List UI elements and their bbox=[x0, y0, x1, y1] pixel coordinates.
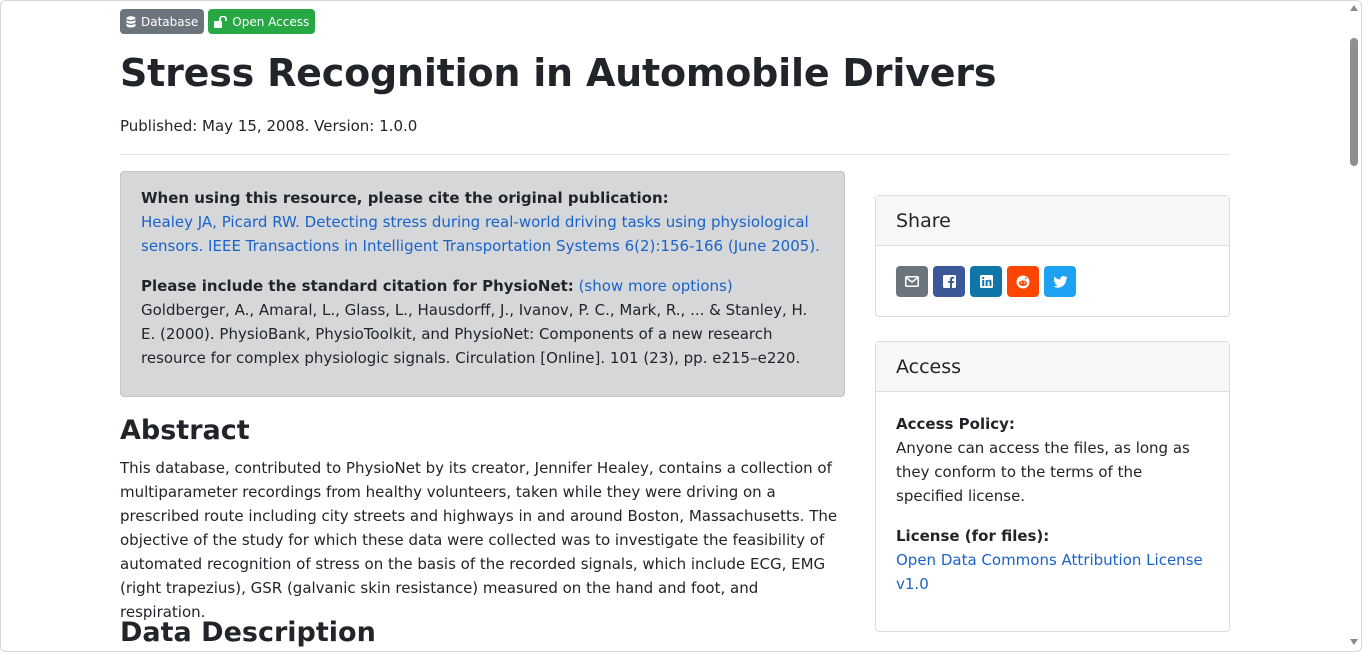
license-link[interactable]: Open Data Commons Attribution License v1… bbox=[896, 551, 1203, 593]
scrollbar-thumb[interactable] bbox=[1350, 38, 1358, 166]
share-facebook-button[interactable] bbox=[933, 266, 965, 297]
show-more-options-link[interactable]: (show more options) bbox=[579, 277, 733, 295]
badge-row: Database Open Access bbox=[120, 9, 316, 34]
access-policy-label: Access Policy: bbox=[896, 415, 1015, 433]
open-access-badge[interactable]: Open Access bbox=[208, 9, 316, 34]
standard-citation-heading: Please include the standard citation for… bbox=[141, 277, 574, 295]
access-body: Access Policy: Anyone can access the fil… bbox=[876, 392, 1229, 616]
page-title: Stress Recognition in Automobile Drivers bbox=[120, 51, 997, 95]
abstract-text: This database, contributed to PhysioNet … bbox=[120, 459, 838, 621]
reddit-icon bbox=[1016, 275, 1030, 288]
original-citation: When using this resource, please cite th… bbox=[141, 186, 824, 258]
twitter-icon bbox=[1052, 275, 1068, 288]
access-policy: Access Policy: Anyone can access the fil… bbox=[896, 412, 1209, 508]
scroll-up-arrow-icon[interactable] bbox=[1350, 5, 1358, 11]
database-badge-label: Database bbox=[141, 14, 199, 29]
unlock-icon bbox=[214, 15, 228, 28]
open-access-badge-label: Open Access bbox=[232, 14, 310, 29]
abstract-heading: Abstract bbox=[120, 415, 250, 446]
license-label: License (for files): bbox=[896, 527, 1050, 545]
database-icon bbox=[126, 15, 136, 27]
access-card: Access Access Policy: Anyone can access … bbox=[875, 341, 1230, 632]
standard-citation: Please include the standard citation for… bbox=[141, 274, 824, 370]
envelope-icon bbox=[905, 276, 919, 287]
share-twitter-button[interactable] bbox=[1044, 266, 1076, 297]
header-divider bbox=[120, 154, 1230, 155]
data-description-heading: Data Description bbox=[120, 617, 376, 648]
vertical-scrollbar[interactable] bbox=[1347, 1, 1361, 651]
share-buttons bbox=[876, 246, 1229, 317]
published-info: Published: May 15, 2008. Version: 1.0.0 bbox=[120, 117, 418, 135]
linkedin-icon bbox=[979, 275, 993, 288]
standard-citation-text: Goldberger, A., Amaral, L., Glass, L., H… bbox=[141, 301, 808, 367]
access-policy-text: Anyone can access the files, as long as … bbox=[896, 439, 1190, 505]
share-email-button[interactable] bbox=[896, 266, 928, 297]
citation-box: When using this resource, please cite th… bbox=[120, 171, 845, 397]
share-reddit-button[interactable] bbox=[1007, 266, 1039, 297]
page-frame: Database Open Access Stress Recognition … bbox=[0, 0, 1362, 652]
scroll-down-arrow-icon[interactable] bbox=[1350, 639, 1358, 645]
database-badge[interactable]: Database bbox=[120, 9, 205, 34]
original-publication-link[interactable]: Healey JA, Picard RW. Detecting stress d… bbox=[141, 213, 820, 255]
share-card: Share bbox=[875, 195, 1230, 317]
facebook-icon bbox=[942, 275, 956, 288]
share-heading: Share bbox=[876, 196, 1229, 246]
license-info: License (for files): Open Data Commons A… bbox=[896, 524, 1209, 596]
share-linkedin-button[interactable] bbox=[970, 266, 1002, 297]
original-citation-heading: When using this resource, please cite th… bbox=[141, 189, 669, 207]
access-heading: Access bbox=[876, 342, 1229, 392]
